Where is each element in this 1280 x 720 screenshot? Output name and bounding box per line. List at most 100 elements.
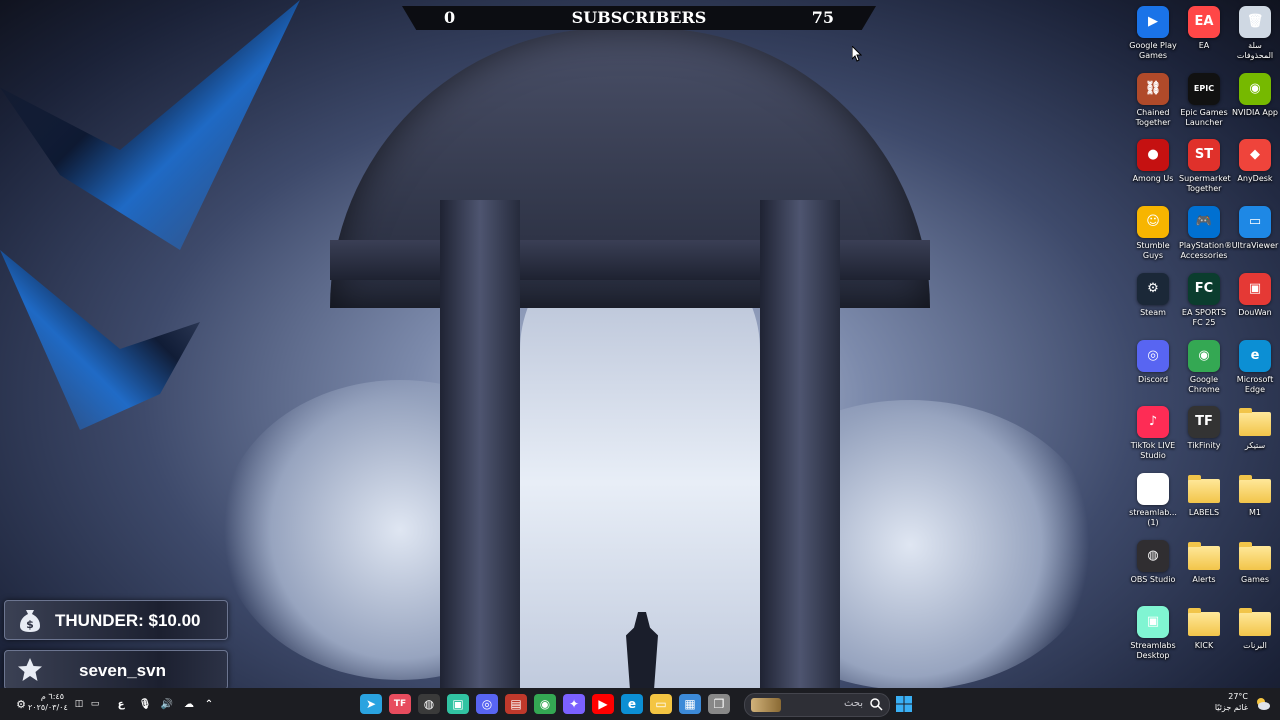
desktop-icon[interactable]: ⛓ Chained Together: [1128, 71, 1178, 137]
ea-icon: EA: [1188, 6, 1220, 38]
desktop-icon-label: Streamlabs Desktop: [1130, 641, 1176, 661]
windows-logo-icon: [896, 696, 912, 712]
taskbar-media-player-icon[interactable]: ▤: [505, 694, 527, 714]
desktop-icon-label: LABELS: [1188, 507, 1220, 517]
discord-icon: ◎: [1137, 339, 1169, 372]
weather-widget[interactable]: 27°C غائم جزئيًا: [1200, 691, 1248, 713]
taskbar-obs-icon[interactable]: ◍: [418, 694, 440, 714]
desktop-icon-label: Games: [1241, 574, 1269, 584]
raven-left: [0, 0, 300, 250]
tray-clock[interactable]: ٦:٤٥ م ٢٠٢٥/٠٣/٠٤: [28, 691, 68, 713]
desktop-icon[interactable]: EA EA: [1179, 4, 1229, 70]
desktop-icon[interactable]: ● Among Us: [1128, 137, 1178, 203]
supermarket-together-icon: ST: [1188, 139, 1220, 172]
desktop-icon[interactable]: ◉ Google Chrome: [1179, 338, 1229, 404]
desktop-icon-label: TikTok LIVE Studio: [1130, 441, 1176, 461]
taskbar-discord-icon[interactable]: ◎: [476, 694, 498, 714]
desktop-icon-label: Supermarket Together: [1179, 174, 1231, 194]
desktop-icon[interactable]: KICK: [1179, 604, 1229, 670]
desktop-icon[interactable]: ▣ Streamlabs Desktop: [1128, 604, 1178, 670]
weather-temp: 27°C: [1228, 692, 1248, 701]
weather-description: غائم جزئيًا: [1214, 703, 1248, 712]
taskbar-telegram-icon[interactable]: ➤: [360, 694, 382, 714]
folder-icon: [1239, 474, 1271, 503]
desktop-icon-label: ستيكر: [1244, 441, 1266, 451]
desktop-icon[interactable]: ستيكر: [1230, 404, 1280, 470]
start-button[interactable]: [892, 694, 916, 714]
desktop-icon[interactable]: ◉ NVIDIA App: [1230, 71, 1280, 137]
desktop-icon[interactable]: ♪ TikTok LIVE Studio: [1128, 404, 1178, 470]
onedrive-icon[interactable]: ☁: [178, 694, 200, 714]
desktop-icon[interactable]: Games: [1230, 538, 1280, 604]
tray-date: ٢٠٢٥/٠٣/٠٤: [28, 703, 68, 712]
obs-studio-icon: ◍: [1137, 539, 1169, 572]
taskbar-tikfinity-icon[interactable]: TF: [389, 694, 411, 714]
stumble-guys-icon: ☺: [1137, 206, 1169, 239]
subscriber-goal-bar: 0 SUBSCRIBERS 75: [402, 6, 876, 30]
desktop-icon[interactable]: ▣ streamlab... (1): [1128, 471, 1178, 537]
desktop-icon[interactable]: M1: [1230, 471, 1280, 537]
desktop-icon-label: Google Chrome: [1188, 374, 1220, 394]
language-indicator[interactable]: ع: [110, 694, 132, 714]
display-icon[interactable]: ▭: [84, 694, 106, 714]
desktop-icon[interactable]: ◆ AnyDesk: [1230, 137, 1280, 203]
desktop-icon[interactable]: ▶ Google Play Games: [1128, 4, 1178, 70]
desktop-icon[interactable]: FC EA SPORTS FC 25: [1179, 271, 1229, 337]
search-placeholder: بحث: [843, 698, 863, 709]
taskbar-task-view-icon[interactable]: ❐: [708, 694, 730, 714]
desktop-icon[interactable]: Alerts: [1179, 538, 1229, 604]
desktop-icon[interactable]: LABELS: [1179, 471, 1229, 537]
folder-icon: [1188, 474, 1220, 503]
desktop-icon-label: Google Play Games: [1129, 41, 1177, 60]
taskbar-chrome-icon[interactable]: ◉: [534, 694, 556, 714]
desktop-icon[interactable]: ▭ UltraViewer: [1230, 204, 1280, 270]
follower-alert: seven_svn: [4, 650, 228, 690]
taskbar-youtube-icon[interactable]: ▶: [592, 694, 614, 714]
weather-icon[interactable]: [1252, 694, 1274, 714]
recycle-bin-icon: 🗑: [1239, 6, 1271, 38]
volume-icon[interactable]: 🔊: [156, 694, 178, 714]
gate-beam: [330, 240, 930, 280]
tiktok-live-studio-icon: ♪: [1137, 406, 1169, 439]
anydesk-icon: ◆: [1239, 139, 1271, 172]
goal-target: 75: [811, 8, 834, 27]
desktop-icon-label: Steam: [1140, 307, 1166, 317]
desktop-icon-label: DouWan: [1238, 307, 1272, 317]
taskbar-streamlabs-icon[interactable]: ▣: [447, 694, 469, 714]
star-icon: [15, 655, 45, 685]
desktop-icon-label: Alerts: [1192, 574, 1216, 584]
gate-pillar-right: [760, 200, 840, 688]
desktop-icon[interactable]: ST Supermarket Together: [1179, 137, 1231, 203]
taskbar-store-icon[interactable]: ▦: [679, 694, 701, 714]
tray-overflow-icon[interactable]: ⌃: [198, 694, 220, 714]
desktop-icon[interactable]: ☺ Stumble Guys: [1128, 204, 1178, 270]
desktop-icon-label: البرنات: [1243, 641, 1267, 651]
desktop-icon[interactable]: TF TikFinity: [1179, 404, 1229, 470]
desktop-icon[interactable]: البرنات: [1230, 604, 1280, 670]
microphone-icon[interactable]: 🎙: [134, 694, 156, 714]
desktop-icon[interactable]: ◍ OBS Studio: [1128, 538, 1178, 604]
chained-together-icon: ⛓: [1137, 72, 1169, 105]
ultraviewer-icon: ▭: [1239, 206, 1271, 239]
folder-icon: [1239, 608, 1271, 637]
playstation-accessories-icon: 🎮: [1188, 206, 1220, 239]
wallpaper: [0, 0, 1280, 688]
desktop-icon[interactable]: e Microsoft Edge: [1230, 338, 1280, 404]
among-us-icon: ●: [1137, 139, 1169, 172]
desktop-icon-label: UltraViewer: [1231, 241, 1279, 251]
desktop-icon[interactable]: 🗑 سلة المحذوفات: [1230, 4, 1280, 70]
folder-icon: [1239, 408, 1271, 437]
desktop-icon-label: EA SPORTS FC 25: [1181, 307, 1227, 327]
search-box[interactable]: بحث: [744, 693, 890, 717]
taskbar-edge-icon[interactable]: e: [621, 694, 643, 714]
desktop-icon[interactable]: ▣ DouWan: [1230, 271, 1280, 337]
donation-text: THUNDER: $10.00: [55, 611, 201, 630]
search-highlight-image: [751, 698, 781, 712]
desktop-icon-label: NVIDIA App: [1232, 107, 1278, 117]
taskbar-file-explorer-icon[interactable]: ▭: [650, 694, 672, 714]
taskbar-copilot-icon[interactable]: ✦: [563, 694, 585, 714]
desktop-icon[interactable]: ◎ Discord: [1128, 338, 1178, 404]
desktop-icon[interactable]: EPIC Epic Games Launcher: [1179, 71, 1229, 137]
desktop-icon[interactable]: ⚙ Steam: [1128, 271, 1178, 337]
desktop-icon[interactable]: 🎮 PlayStation® Accessories: [1179, 204, 1232, 270]
